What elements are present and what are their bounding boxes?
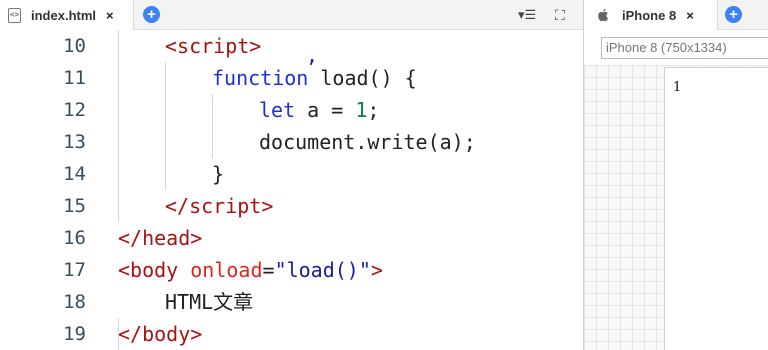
code-line[interactable]: 13 document.write(a);	[0, 126, 583, 158]
line-number: 10	[63, 35, 86, 57]
preview-tab-bar: iPhone 8 × +	[584, 0, 768, 30]
tab-index-html[interactable]: <> index.html ×	[0, 0, 134, 30]
line-number: 17	[63, 259, 86, 281]
code-area[interactable]: , 10 <script> 11 function load() {12 let a =…	[0, 30, 583, 350]
code-line[interactable]: 16 </head>	[0, 222, 583, 254]
code-text: <body onload="load()">	[118, 258, 383, 282]
line-number: 14	[63, 163, 86, 185]
code-line[interactable]: 19 </body>	[0, 318, 583, 350]
code-line[interactable]: 14}	[0, 158, 583, 190]
line-number: 11	[63, 67, 86, 89]
device-viewport[interactable]: 1	[664, 67, 768, 350]
menu-icon[interactable]: ▾☰	[518, 7, 536, 23]
code-line[interactable]: 17 <body onload="load()">	[0, 254, 583, 286]
code-line[interactable]: 15 </script>	[0, 190, 583, 222]
line-number: 16	[63, 227, 86, 249]
code-line[interactable]: 18 HTML文章	[0, 286, 583, 318]
code-text: function load() {	[212, 66, 417, 90]
code-line[interactable]: 11 function load() {	[0, 62, 583, 94]
code-text: </head>	[118, 226, 203, 250]
rendered-output: 1	[673, 80, 682, 95]
code-text: let a = 1;	[259, 98, 380, 122]
code-text: }	[212, 162, 225, 186]
close-tab-icon[interactable]: ×	[686, 8, 694, 23]
line-number: 12	[63, 99, 86, 121]
editor-tab-bar: <> index.html × + ▾☰ ⛶	[0, 0, 583, 30]
code-editor-pane: <> index.html × + ▾☰ ⛶ , 10 <script> 11 fun…	[0, 0, 583, 350]
code-text: HTML文章	[165, 290, 254, 314]
line-number: 18	[63, 291, 86, 313]
expand-icon[interactable]: ⛶	[555, 7, 565, 24]
apple-icon	[598, 9, 608, 22]
add-tab-icon[interactable]: +	[143, 6, 160, 23]
tab-label: iPhone 8	[622, 7, 677, 23]
device-select[interactable]: iPhone 8 (750x1334)	[601, 37, 768, 59]
code-line[interactable]: 12 let a = 1;	[0, 94, 583, 126]
tab-label: index.html	[31, 7, 97, 23]
code-text: </body>	[118, 322, 203, 346]
code-text: document.write(a);	[259, 130, 476, 154]
add-preview-tab-icon[interactable]: +	[725, 6, 742, 23]
code-text: <script>	[165, 34, 262, 58]
preview-pane: iPhone 8 × + iPhone 8 (750x1334) 1	[584, 0, 768, 350]
code-line[interactable]: 10 <script>	[0, 30, 583, 62]
line-number: 13	[63, 131, 86, 153]
line-number: 19	[63, 323, 86, 345]
line-number: 15	[63, 195, 86, 217]
code-text: </script>	[165, 194, 274, 218]
html-file-icon: <>	[8, 7, 21, 23]
close-tab-icon[interactable]: ×	[106, 8, 114, 23]
tab-iphone-8[interactable]: iPhone 8 ×	[584, 0, 718, 30]
